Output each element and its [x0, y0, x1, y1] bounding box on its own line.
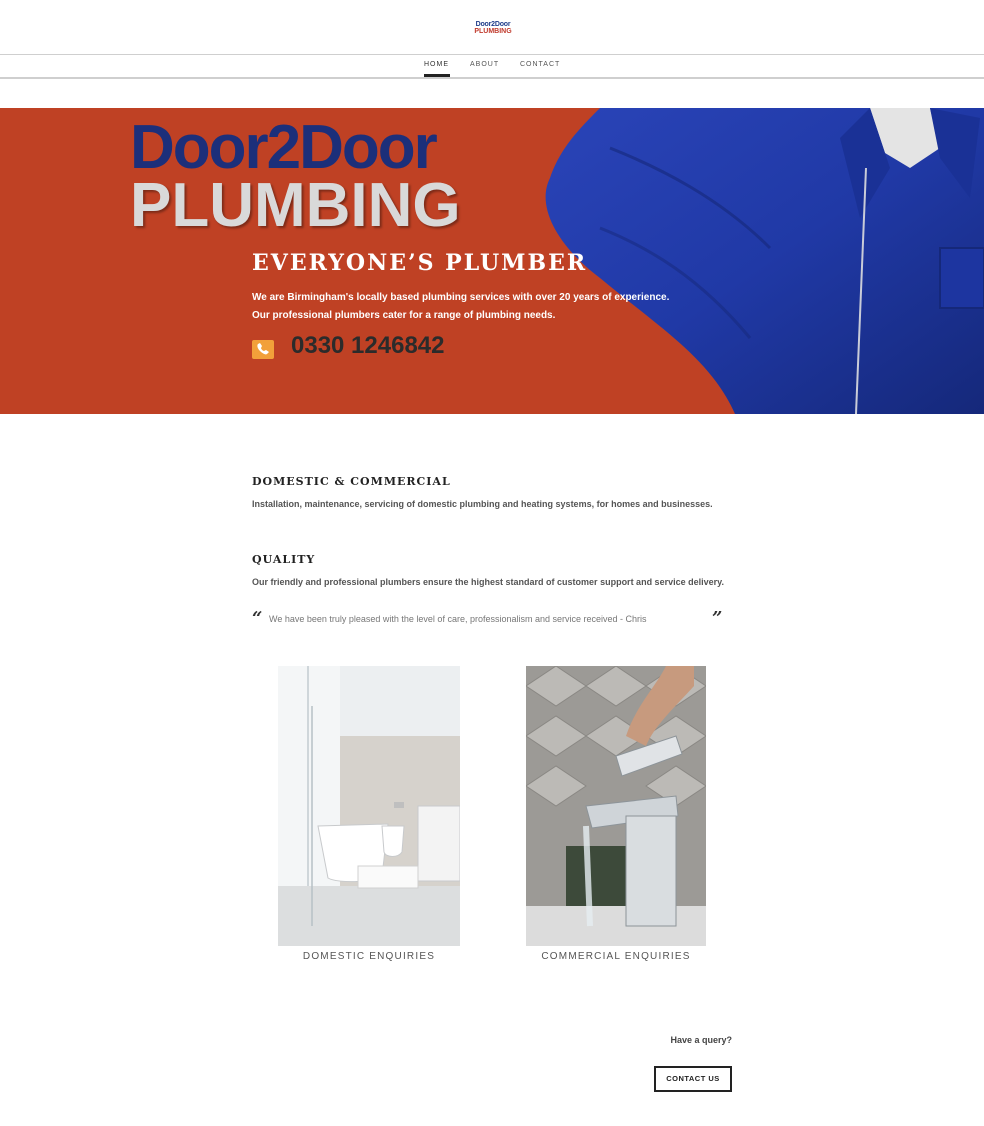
hero-description: We are Birmingham's locally based plumbi…: [252, 289, 712, 325]
hero-brand-line2: PLUMBING: [130, 171, 461, 240]
domestic-enquiries-image[interactable]: [278, 666, 460, 946]
quote-open-icon: “: [252, 608, 263, 629]
nav-about[interactable]: ABOUT: [470, 61, 499, 68]
quote-close-icon: ”: [712, 608, 723, 629]
hero-tagline: EVERYONE’S PLUMBER: [252, 250, 588, 276]
nav-active-indicator: [424, 74, 450, 77]
main-nav: HOME ABOUT CONTACT: [0, 55, 984, 79]
section-quality: QUALITY Our friendly and professional pl…: [252, 553, 742, 588]
nav-home[interactable]: HOME: [424, 61, 449, 68]
section-domestic-commercial: DOMESTIC & COMMERCIAL Installation, main…: [252, 475, 742, 510]
site-logo[interactable]: Door2Door PLUMBING: [472, 21, 514, 37]
hero-description-line1: We are Birmingham's locally based plumbi…: [252, 292, 670, 303]
worker-photo: [545, 108, 984, 414]
testimonial: “ We have been truly pleased with the le…: [252, 608, 732, 629]
testimonial-text: We have been truly pleased with the leve…: [269, 614, 647, 624]
nav-contact[interactable]: CONTACT: [520, 61, 560, 68]
section-text: Installation, maintenance, servicing of …: [252, 499, 713, 509]
logo-line2: PLUMBING: [474, 28, 512, 35]
hero-description-line2: Our professional plumbers cater for a ra…: [252, 310, 556, 321]
phone-number[interactable]: 0330 1246842: [291, 332, 445, 360]
contact-us-button[interactable]: CONTACT US: [654, 1066, 732, 1092]
domestic-enquiries-link[interactable]: DOMESTIC ENQUIRIES: [278, 951, 460, 962]
section-title: QUALITY: [252, 553, 316, 566]
commercial-enquiries-link[interactable]: COMMERCIAL ENQUIRIES: [526, 951, 706, 962]
section-text: Our friendly and professional plumbers e…: [252, 577, 724, 587]
query-text: Have a query?: [670, 1035, 732, 1045]
phone-icon: [252, 340, 274, 359]
top-header: Door2Door PLUMBING: [0, 0, 984, 55]
commercial-enquiries-image[interactable]: [526, 666, 706, 946]
logo-line1: Door2Door: [475, 21, 511, 28]
section-title: DOMESTIC & COMMERCIAL: [252, 475, 451, 488]
hero-banner: Door2Door PLUMBING EVERYONE’S PLUMBER We…: [0, 108, 984, 414]
